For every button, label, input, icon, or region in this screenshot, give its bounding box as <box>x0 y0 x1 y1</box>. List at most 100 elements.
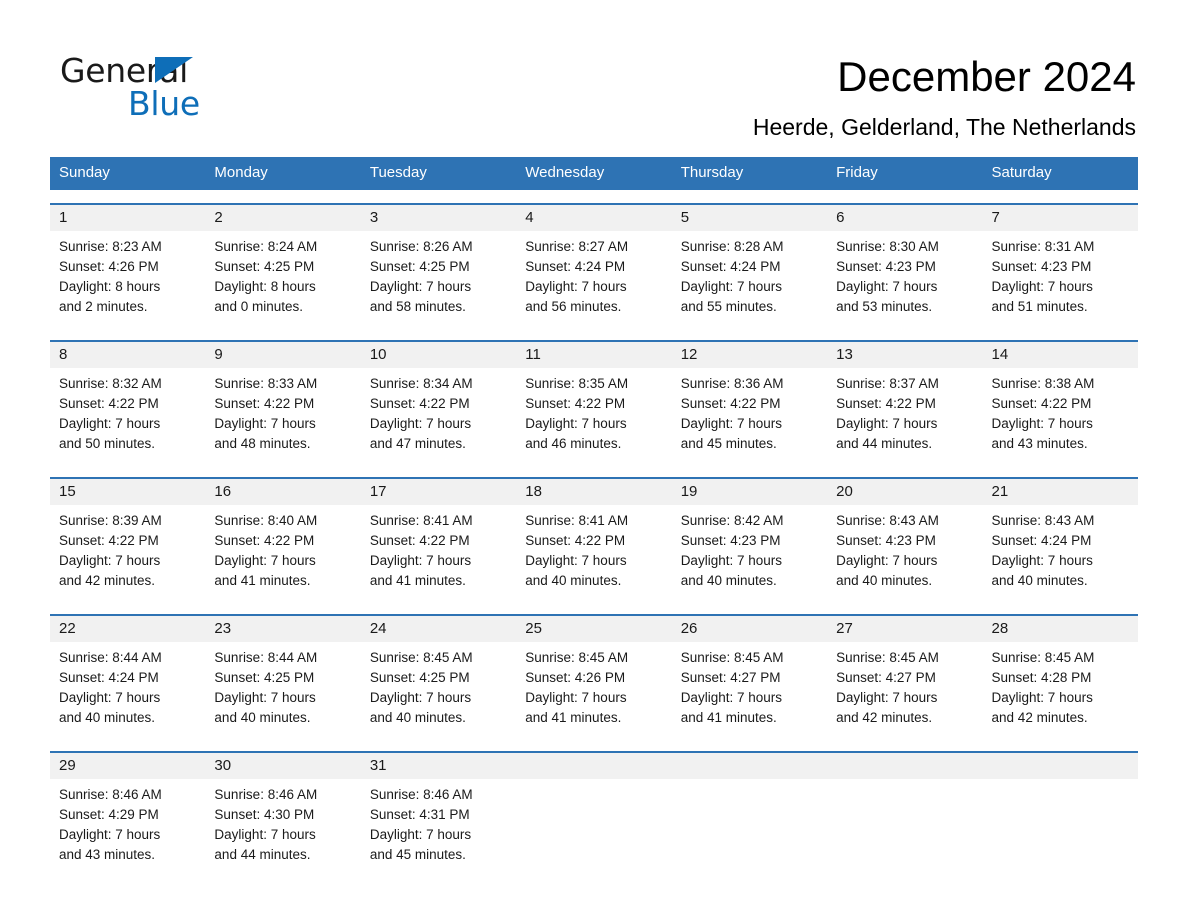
triangle-icon <box>155 57 193 83</box>
calendar-day-cell[interactable]: 29 Sunrise: 8:46 AM Sunset: 4:29 PM Dayl… <box>50 753 205 875</box>
day-number: 25 <box>525 620 542 637</box>
weekday-header-wednesday: Wednesday <box>525 164 605 181</box>
day-number: 31 <box>369 757 387 774</box>
day-details: Sunrise: 8:41 AM Sunset: 4:22 PM Dayligh… <box>516 505 671 591</box>
sunrise-text: Sunrise: 8:41 AM <box>369 513 473 528</box>
daylight-line2: and 46 minutes. <box>525 436 622 451</box>
calendar-day-cell[interactable]: 22 Sunrise: 8:44 AM Sunset: 4:24 PM Dayl… <box>50 616 205 738</box>
day-number: 13 <box>836 346 853 363</box>
daylight-line2: and 40 minutes. <box>525 573 622 588</box>
sunrise-text: Sunrise: 8:34 AM <box>369 376 473 391</box>
calendar-day-cell[interactable]: 8 Sunrise: 8:32 AM Sunset: 4:22 PM Dayli… <box>50 342 205 464</box>
day-number: 19 <box>680 483 698 500</box>
day-number: 3 <box>369 209 379 226</box>
calendar-day-cell[interactable]: 12 Sunrise: 8:36 AM Sunset: 4:22 PM Dayl… <box>672 342 827 464</box>
daylight-line2: and 41 minutes. <box>525 710 622 725</box>
calendar-day-cell[interactable]: 7 Sunrise: 8:31 AM Sunset: 4:23 PM Dayli… <box>983 205 1138 327</box>
sunrise-text: Sunrise: 8:41 AM <box>525 513 629 528</box>
calendar-day-cell[interactable]: 30 Sunrise: 8:46 AM Sunset: 4:30 PM Dayl… <box>205 753 360 875</box>
sunset-text: Sunset: 4:24 PM <box>680 259 781 274</box>
calendar-day-cell[interactable]: 1 Sunrise: 8:23 AM Sunset: 4:26 PM Dayli… <box>50 205 205 327</box>
sunset-text: Sunset: 4:24 PM <box>525 259 626 274</box>
calendar-day-cell[interactable]: 10 Sunrise: 8:34 AM Sunset: 4:22 PM Dayl… <box>361 342 516 464</box>
calendar-day-cell[interactable]: 4 Sunrise: 8:27 AM Sunset: 4:24 PM Dayli… <box>516 205 671 327</box>
day-details: Sunrise: 8:44 AM Sunset: 4:25 PM Dayligh… <box>205 642 360 728</box>
day-details: Sunrise: 8:45 AM Sunset: 4:26 PM Dayligh… <box>516 642 671 728</box>
calendar-day-cell[interactable]: 25 Sunrise: 8:45 AM Sunset: 4:26 PM Dayl… <box>516 616 671 738</box>
day-number: 10 <box>369 346 387 363</box>
daylight-line2: and 55 minutes. <box>680 299 777 314</box>
daylight-line2: and 40 minutes. <box>836 573 933 588</box>
sunrise-text: Sunrise: 8:44 AM <box>214 650 318 665</box>
day-details: Sunrise: 8:28 AM Sunset: 4:24 PM Dayligh… <box>672 231 827 317</box>
day-details: Sunrise: 8:30 AM Sunset: 4:23 PM Dayligh… <box>827 231 982 317</box>
sunrise-text: Sunrise: 8:28 AM <box>680 239 784 254</box>
sunrise-text: Sunrise: 8:33 AM <box>214 376 318 391</box>
calendar-day-cell[interactable]: 13 Sunrise: 8:37 AM Sunset: 4:22 PM Dayl… <box>827 342 982 464</box>
sunrise-text: Sunrise: 8:45 AM <box>836 650 939 665</box>
calendar-day-cell[interactable]: 27 Sunrise: 8:45 AM Sunset: 4:27 PM Dayl… <box>827 616 982 738</box>
weekday-header-monday: Monday <box>214 164 268 181</box>
day-number: 24 <box>369 620 387 637</box>
day-number: 22 <box>59 620 76 637</box>
calendar-day-cell-empty <box>672 753 827 875</box>
daylight-line1: Daylight: 7 hours <box>214 827 316 842</box>
sunset-text: Sunset: 4:28 PM <box>991 670 1092 685</box>
day-number: 15 <box>59 483 76 500</box>
day-number: 12 <box>680 346 698 363</box>
calendar-week-row: 22 Sunrise: 8:44 AM Sunset: 4:24 PM Dayl… <box>50 614 1138 738</box>
calendar-day-cell[interactable]: 21 Sunrise: 8:43 AM Sunset: 4:24 PM Dayl… <box>983 479 1138 601</box>
calendar-day-cell[interactable]: 28 Sunrise: 8:45 AM Sunset: 4:28 PM Dayl… <box>983 616 1138 738</box>
day-number: 16 <box>214 483 232 500</box>
calendar-day-cell[interactable]: 20 Sunrise: 8:43 AM Sunset: 4:23 PM Dayl… <box>827 479 982 601</box>
daylight-line2: and 40 minutes. <box>59 710 156 725</box>
sunset-text: Sunset: 4:22 PM <box>680 396 781 411</box>
daylight-line1: Daylight: 7 hours <box>836 279 938 294</box>
daylight-line2: and 43 minutes. <box>59 847 156 862</box>
calendar-day-cell[interactable]: 31 Sunrise: 8:46 AM Sunset: 4:31 PM Dayl… <box>361 753 516 875</box>
calendar-day-cell[interactable]: 19 Sunrise: 8:42 AM Sunset: 4:23 PM Dayl… <box>672 479 827 601</box>
calendar-day-cell[interactable]: 14 Sunrise: 8:38 AM Sunset: 4:22 PM Dayl… <box>983 342 1138 464</box>
calendar-day-cell[interactable]: 16 Sunrise: 8:40 AM Sunset: 4:22 PM Dayl… <box>205 479 360 601</box>
calendar-day-cell[interactable]: 17 Sunrise: 8:41 AM Sunset: 4:22 PM Dayl… <box>361 479 516 601</box>
sunset-text: Sunset: 4:25 PM <box>214 259 315 274</box>
calendar-day-cell[interactable]: 18 Sunrise: 8:41 AM Sunset: 4:22 PM Dayl… <box>516 479 671 601</box>
generalblue-logo[interactable]: General Blue <box>60 52 320 132</box>
daylight-line1: Daylight: 7 hours <box>59 827 161 842</box>
sunrise-text: Sunrise: 8:45 AM <box>525 650 629 665</box>
daylight-line1: Daylight: 7 hours <box>369 827 472 842</box>
calendar-day-cell[interactable]: 6 Sunrise: 8:30 AM Sunset: 4:23 PM Dayli… <box>827 205 982 327</box>
calendar-day-cell[interactable]: 5 Sunrise: 8:28 AM Sunset: 4:24 PM Dayli… <box>672 205 827 327</box>
sunrise-text: Sunrise: 8:46 AM <box>369 787 473 802</box>
calendar-day-cell[interactable]: 26 Sunrise: 8:45 AM Sunset: 4:27 PM Dayl… <box>672 616 827 738</box>
calendar-day-cell[interactable]: 23 Sunrise: 8:44 AM Sunset: 4:25 PM Dayl… <box>205 616 360 738</box>
sunset-text: Sunset: 4:26 PM <box>525 670 626 685</box>
day-details: Sunrise: 8:36 AM Sunset: 4:22 PM Dayligh… <box>672 368 827 454</box>
daylight-line1: Daylight: 8 hours <box>214 279 316 294</box>
calendar-day-cell[interactable]: 15 Sunrise: 8:39 AM Sunset: 4:22 PM Dayl… <box>50 479 205 601</box>
calendar-day-cell[interactable]: 9 Sunrise: 8:33 AM Sunset: 4:22 PM Dayli… <box>205 342 360 464</box>
calendar-day-cell[interactable]: 2 Sunrise: 8:24 AM Sunset: 4:25 PM Dayli… <box>205 205 360 327</box>
calendar-day-cell[interactable]: 24 Sunrise: 8:45 AM Sunset: 4:25 PM Dayl… <box>361 616 516 738</box>
daylight-line2: and 44 minutes. <box>836 436 933 451</box>
day-details: Sunrise: 8:43 AM Sunset: 4:23 PM Dayligh… <box>827 505 982 591</box>
daylight-line1: Daylight: 7 hours <box>836 690 938 705</box>
page-header: General Blue December 2024 Heerde, Gelde… <box>0 0 1188 150</box>
day-details: Sunrise: 8:43 AM Sunset: 4:24 PM Dayligh… <box>983 505 1138 591</box>
calendar-day-cell[interactable]: 11 Sunrise: 8:35 AM Sunset: 4:22 PM Dayl… <box>516 342 671 464</box>
sunset-text: Sunset: 4:22 PM <box>369 533 470 548</box>
sunset-text: Sunset: 4:30 PM <box>214 807 315 822</box>
sunset-text: Sunset: 4:26 PM <box>59 259 159 274</box>
sunrise-text: Sunrise: 8:40 AM <box>214 513 318 528</box>
sunset-text: Sunset: 4:25 PM <box>369 259 470 274</box>
sunrise-text: Sunrise: 8:43 AM <box>991 513 1095 528</box>
calendar-day-cell[interactable]: 3 Sunrise: 8:26 AM Sunset: 4:25 PM Dayli… <box>361 205 516 327</box>
day-details: Sunrise: 8:42 AM Sunset: 4:23 PM Dayligh… <box>672 505 827 591</box>
sunset-text: Sunset: 4:27 PM <box>836 670 936 685</box>
day-details: Sunrise: 8:24 AM Sunset: 4:25 PM Dayligh… <box>205 231 360 317</box>
daylight-line2: and 53 minutes. <box>836 299 933 314</box>
calendar-day-cell-empty <box>827 753 982 875</box>
day-details: Sunrise: 8:39 AM Sunset: 4:22 PM Dayligh… <box>50 505 205 591</box>
weekday-header-tuesday: Tuesday <box>369 164 427 181</box>
day-number: 5 <box>680 209 690 226</box>
